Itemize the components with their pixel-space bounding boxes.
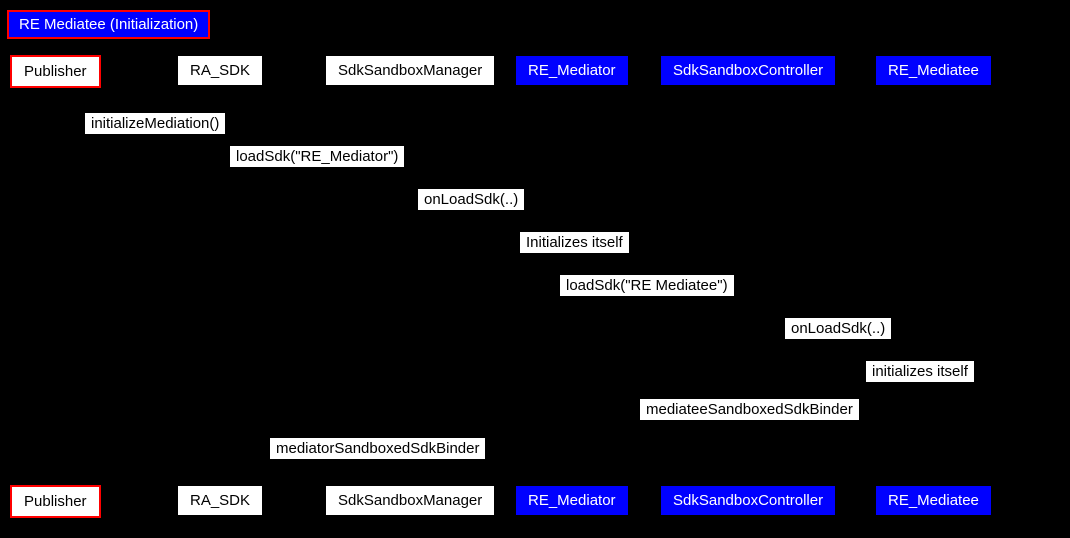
participant-publisher-bottom: Publisher [10,485,101,518]
participant-ra-sdk-bottom: RA_SDK [177,485,263,516]
participant-re-mediator-bottom: RE_Mediator [515,485,629,516]
message-initializes-itself-1: Initializes itself [520,232,629,253]
message-onload-sdk-1: onLoadSdk(..) [418,189,524,210]
participant-ra-sdk-top: RA_SDK [177,55,263,86]
message-initializes-itself-2: initializes itself [866,361,974,382]
participant-re-mediator-top: RE_Mediator [515,55,629,86]
message-load-sdk-mediator: loadSdk("RE_Mediator") [230,146,404,167]
participant-re-mediatee-top: RE_Mediatee [875,55,992,86]
message-mediator-binder: mediatorSandboxedSdkBinder [270,438,485,459]
message-onload-sdk-2: onLoadSdk(..) [785,318,891,339]
message-load-sdk-mediatee: loadSdk("RE Mediatee") [560,275,734,296]
participant-re-mediatee-bottom: RE_Mediatee [875,485,992,516]
participant-publisher-top: Publisher [10,55,101,88]
diagram-title: RE Mediatee (Initialization) [7,10,210,39]
participant-sdk-sandbox-manager-top: SdkSandboxManager [325,55,495,86]
participant-sdk-sandbox-manager-bottom: SdkSandboxManager [325,485,495,516]
participant-sdk-sandbox-controller-top: SdkSandboxController [660,55,836,86]
participant-sdk-sandbox-controller-bottom: SdkSandboxController [660,485,836,516]
message-mediatee-binder: mediateeSandboxedSdkBinder [640,399,859,420]
message-initialize-mediation: initializeMediation() [85,113,225,134]
